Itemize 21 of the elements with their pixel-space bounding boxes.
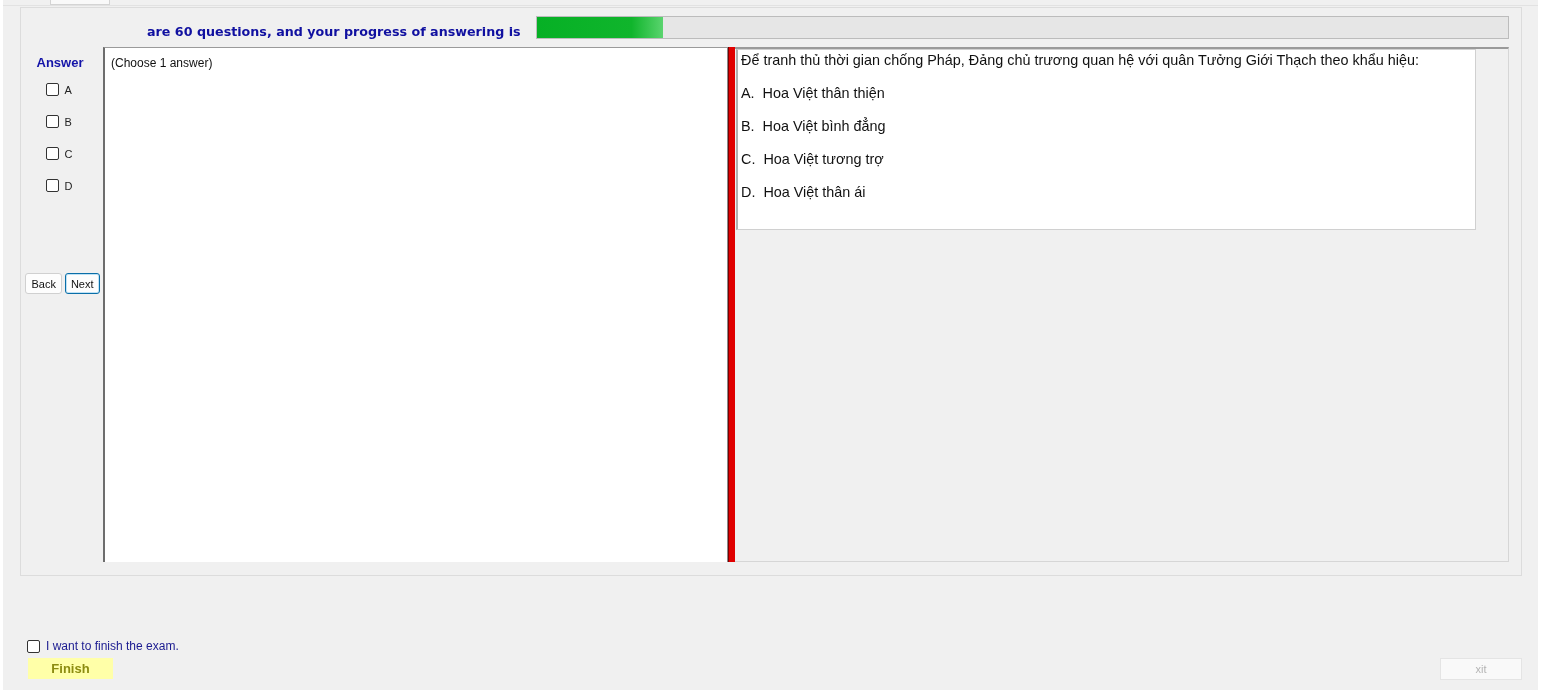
answer-checkbox[interactable] <box>45 115 59 128</box>
finish-checkbox[interactable] <box>27 639 40 653</box>
finish-confirm-label[interactable]: I want to finish the exam. <box>46 639 179 653</box>
nav-button[interactable]: Back <box>25 273 62 294</box>
answer-heading: Answer <box>36 55 84 70</box>
answer-checkbox[interactable] <box>45 179 59 192</box>
nav-button[interactable]: Next <box>64 273 100 294</box>
answer-checkbox[interactable] <box>45 83 59 96</box>
choice-text: A. Hoa Việt thân thiện <box>741 85 885 101</box>
choice-text: B. Hoa Việt bình đẳng <box>741 118 886 134</box>
progress-text: are 60 questions, and your progress of answering is <box>147 24 521 39</box>
answer-checkbox[interactable] <box>45 147 59 160</box>
answer-text-area[interactable]: (Choose 1 answer) <box>103 47 728 562</box>
option-label[interactable]: B <box>64 115 72 128</box>
option-label[interactable]: C <box>64 147 73 160</box>
option-label[interactable]: D <box>64 179 73 192</box>
option-label[interactable]: A <box>64 83 72 96</box>
answer-instruction: (Choose 1 answer) <box>111 56 213 70</box>
question-text: Để tranh thủ thời gian chống Pháp, Đảng chủ trương quan hệ với quân Tưởng Giới Thạch theo khẩu hiệu: <box>741 52 1419 68</box>
choice-text: C. Hoa Việt tương trợ <box>741 151 884 167</box>
choice-text: D. Hoa Việt thân ái <box>741 184 866 200</box>
